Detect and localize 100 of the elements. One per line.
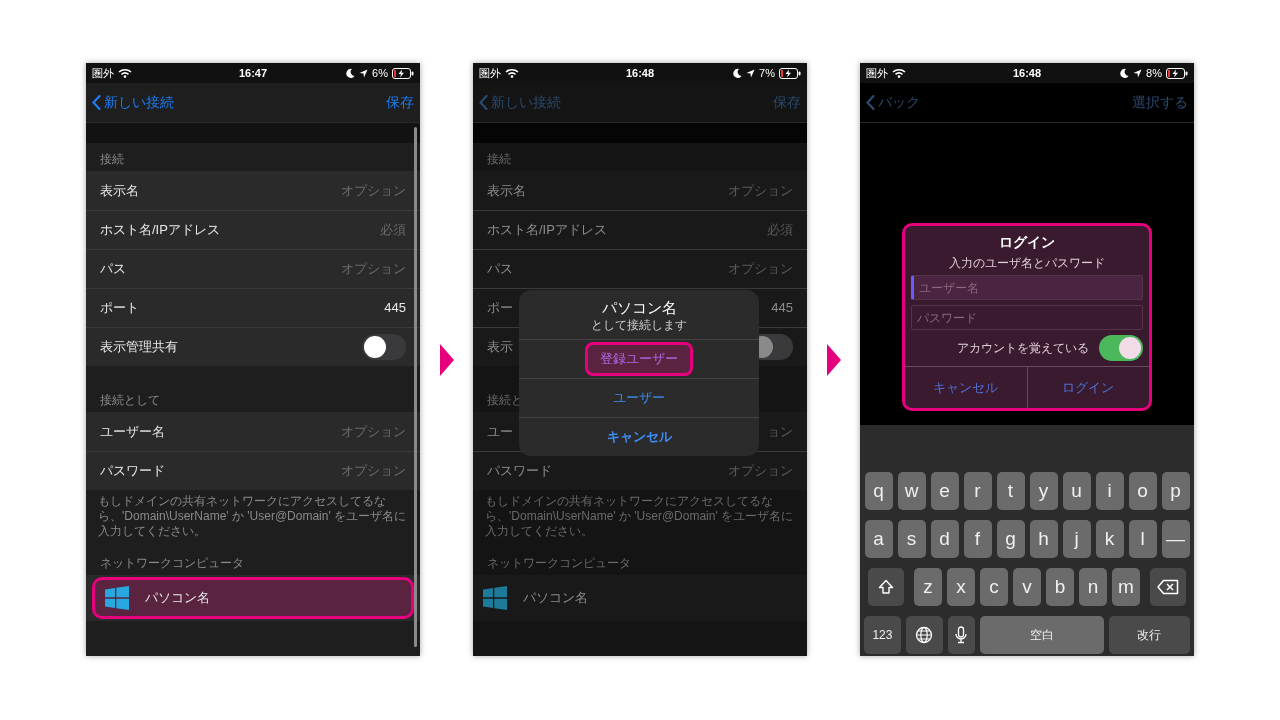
row-label: ユーザー名	[100, 422, 165, 441]
letter-key[interactable]: —	[1161, 520, 1190, 558]
letter-key[interactable]: g	[996, 520, 1025, 558]
letter-key[interactable]: h	[1029, 520, 1058, 558]
letter-key[interactable]: c	[980, 568, 1008, 606]
toggle-switch[interactable]	[362, 334, 406, 360]
letter-key[interactable]: x	[947, 568, 975, 606]
numbers-key[interactable]: 123	[864, 616, 901, 654]
charging-battery-icon	[1166, 67, 1188, 79]
row-label: パスワード	[100, 462, 165, 481]
location-arrow-icon	[1133, 68, 1143, 78]
back-chevron-icon	[92, 95, 101, 110]
windows-logo-icon	[105, 586, 129, 610]
letter-key[interactable]: o	[1128, 472, 1157, 510]
space-key[interactable]: 空白	[979, 616, 1104, 654]
cancel-button[interactable]: キャンセル	[905, 367, 1027, 408]
letter-key[interactable]: w	[897, 472, 926, 510]
windows-logo-icon	[483, 586, 507, 610]
letter-key[interactable]: b	[1046, 568, 1074, 606]
clock-time: 16:48	[1012, 65, 1042, 81]
battery-percentage: 8%	[1146, 65, 1162, 81]
back-button[interactable]: バック	[866, 92, 920, 113]
row-label: ホスト名/IPアドレス	[487, 221, 607, 240]
microphone-icon	[955, 626, 968, 644]
letter-key[interactable]: m	[1112, 568, 1140, 606]
letter-key[interactable]: u	[1062, 472, 1091, 510]
return-key[interactable]: 改行	[1108, 616, 1190, 654]
placeholder-text: 必須	[380, 221, 406, 240]
letter-key[interactable]: f	[963, 520, 992, 558]
section-header: 接続	[100, 151, 124, 167]
clock-time: 16:48	[625, 65, 655, 81]
location-arrow-icon	[359, 68, 369, 78]
globe-key[interactable]	[905, 616, 943, 654]
section-header: ネットワークコンピュータ	[487, 555, 631, 571]
footer-note: もしドメインの共有ネットワークにアクセスしてるなら、'Domain\UserName' か 'User@Domain' をユーザ名に入力してください。	[484, 493, 795, 539]
letter-key[interactable]: l	[1128, 520, 1157, 558]
row-label: パス	[100, 260, 126, 279]
letter-key[interactable]: n	[1079, 568, 1107, 606]
row-label: パス	[487, 260, 513, 279]
port-value: 445	[384, 299, 406, 318]
remember-label: アカウントを覚えている	[957, 340, 1089, 357]
letter-key[interactable]: e	[930, 472, 959, 510]
dialog-message: 入力のユーザ名とパスワード	[948, 255, 1106, 272]
section-header: ネットワークコンピュータ	[100, 555, 244, 571]
moon-icon	[346, 68, 356, 78]
charging-battery-icon	[779, 67, 801, 79]
wifi-icon	[118, 68, 132, 78]
moon-icon	[1120, 68, 1130, 78]
dialog-action-button[interactable]: キャンセル	[606, 427, 672, 447]
section-header: 接続として	[100, 392, 160, 408]
letter-key[interactable]: d	[930, 520, 959, 558]
carrier-text: 圏外	[92, 65, 114, 81]
letter-key[interactable]: i	[1095, 472, 1124, 510]
letter-key[interactable]: a	[864, 520, 893, 558]
letter-key[interactable]: s	[897, 520, 926, 558]
footer-note: もしドメインの共有ネットワークにアクセスしてるなら、'Domain\UserName' か 'User@Domain' をユーザ名に入力してください。	[97, 493, 408, 539]
placeholder-text: 必須	[767, 221, 793, 240]
username-field[interactable]: ユーザー名	[911, 275, 1143, 300]
carrier-text: 圏外	[866, 65, 888, 81]
letter-key[interactable]: p	[1161, 472, 1190, 510]
wifi-icon	[505, 68, 519, 78]
section-header: 接続	[487, 151, 511, 167]
back-button[interactable]: 新しい接続	[92, 92, 174, 113]
battery-percentage: 7%	[759, 65, 775, 81]
backspace-icon	[1157, 579, 1179, 595]
nav-action-button[interactable]: 選択する	[1132, 92, 1188, 113]
computer-list-item[interactable]: パソコン名	[92, 577, 414, 619]
nav-action-button[interactable]: 保存	[386, 92, 414, 113]
computer-list-item[interactable]: パソコン名	[473, 575, 807, 621]
moon-icon	[733, 68, 743, 78]
letter-key[interactable]: t	[996, 472, 1025, 510]
toggle-switch[interactable]	[1099, 335, 1143, 361]
arrow-right-icon	[439, 343, 454, 376]
charging-battery-icon	[392, 67, 414, 79]
back-chevron-icon	[866, 95, 875, 110]
row-label: パスワード	[487, 462, 552, 481]
port-value: 445	[771, 299, 793, 318]
shift-key[interactable]	[868, 568, 904, 606]
row-label: 表示管理共有	[100, 338, 178, 357]
back-chevron-icon	[479, 95, 488, 110]
dialog-action-button[interactable]: ユーザー	[613, 388, 665, 408]
letter-key[interactable]: q	[864, 472, 893, 510]
delete-key[interactable]	[1150, 568, 1186, 606]
globe-icon	[915, 626, 934, 644]
dialog-title: パソコン名	[600, 298, 678, 318]
row-label: ホスト名/IPアドレス	[100, 221, 220, 240]
location-arrow-icon	[746, 68, 756, 78]
letter-key[interactable]: j	[1062, 520, 1091, 558]
letter-key[interactable]: v	[1013, 568, 1041, 606]
row-label: ユー	[487, 422, 513, 441]
password-field[interactable]: パスワード	[911, 305, 1143, 330]
dialog-action-button[interactable]: 登録ユーザー	[585, 342, 693, 376]
letter-key[interactable]: r	[963, 472, 992, 510]
letter-key[interactable]: z	[914, 568, 942, 606]
clock-time: 16:47	[238, 65, 268, 81]
row-label: 表示名	[487, 181, 526, 200]
letter-key[interactable]: y	[1029, 472, 1058, 510]
letter-key[interactable]: k	[1095, 520, 1124, 558]
login-button[interactable]: ログイン	[1026, 367, 1149, 408]
microphone-key[interactable]	[947, 616, 975, 654]
